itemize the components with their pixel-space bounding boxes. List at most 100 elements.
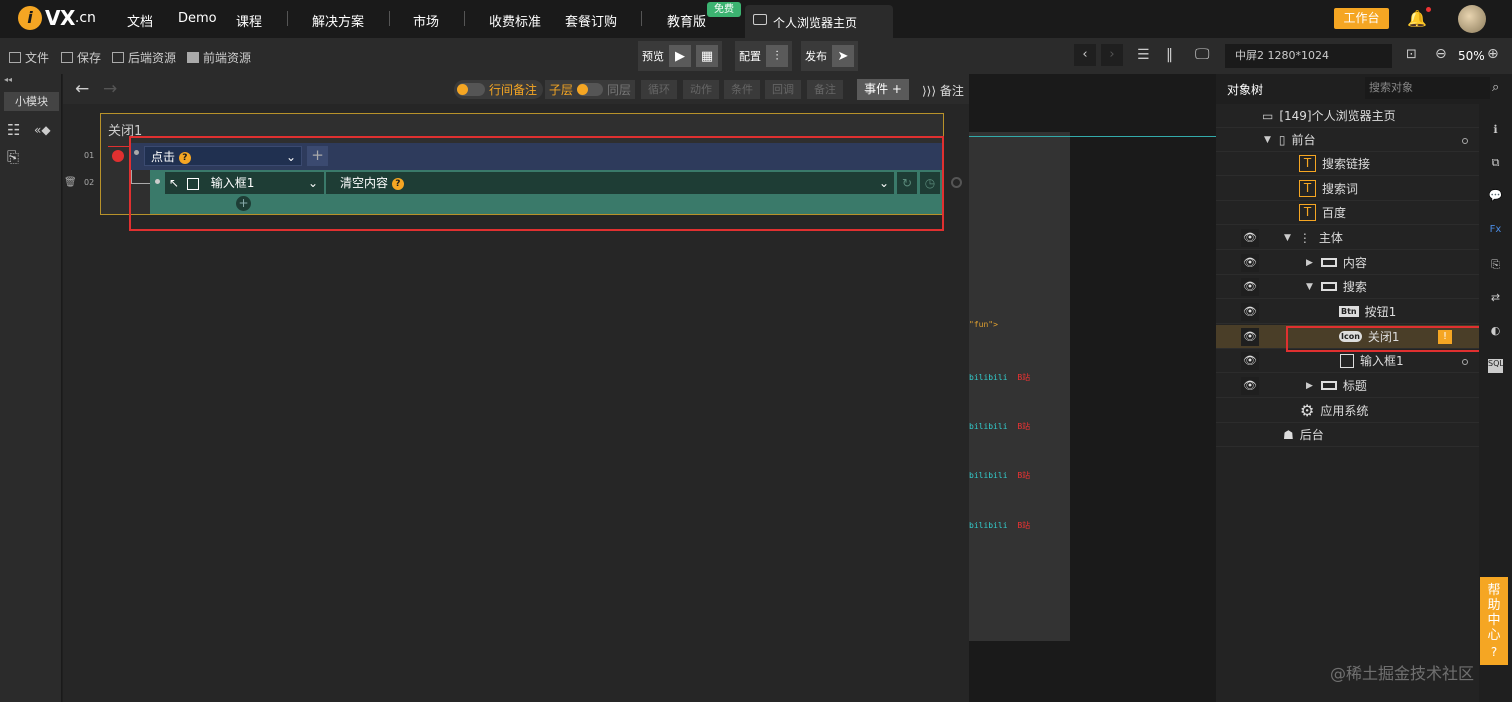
workbench-button[interactable]: 工作台 <box>1334 8 1389 29</box>
document-tab-label: 个人浏览器主页 <box>773 16 858 30</box>
notes-toggle[interactable]: ⟩⟩⟩ 备注 <box>922 82 964 99</box>
send-icon: ➤ <box>832 45 854 67</box>
function-icon[interactable]: Fx <box>1488 224 1503 238</box>
tree-front[interactable]: ▼ ▯ 前台 <box>1216 128 1479 152</box>
visibility-dot[interactable] <box>1462 138 1468 144</box>
server-icon: ☗ <box>1283 427 1294 442</box>
screen-size-select[interactable]: 中屏2 1280*1024 <box>1225 44 1392 68</box>
collapse-arrow-icon: ▶ <box>1306 257 1313 268</box>
eye-icon[interactable]: 👁 <box>1241 229 1259 247</box>
nav-demo[interactable]: Demo <box>178 11 217 26</box>
swap-icon[interactable]: ⇄ <box>1488 291 1503 305</box>
nav-solutions[interactable]: 解决方案 <box>312 11 364 30</box>
action-button[interactable]: 动作 <box>683 80 719 99</box>
code-diamond-icon[interactable]: «◆ <box>34 123 51 137</box>
frontend-resources-button[interactable]: 前端资源 <box>187 49 251 66</box>
collapse-arrow-icon: ▶ <box>1306 380 1313 391</box>
nav-pricing[interactable]: 收费标准 <box>489 11 541 30</box>
eye-icon[interactable]: 👁 <box>1241 303 1259 321</box>
button-icon: Btn <box>1339 306 1359 317</box>
nav-courses[interactable]: 课程 <box>236 11 262 30</box>
help-center-button[interactable]: 帮助中心? <box>1480 577 1508 665</box>
backend-resources-button[interactable]: 后端资源 <box>112 49 176 66</box>
distribute-icon[interactable]: ‖ <box>1166 47 1173 63</box>
tree-root[interactable]: ▭ [149]个人浏览器主页 <box>1216 104 1479 128</box>
nav-plans[interactable]: 套餐订购 <box>565 11 617 30</box>
undo-icon[interactable]: ‹ <box>1074 44 1096 66</box>
expand-icon: ▼ <box>1264 134 1271 145</box>
config-button[interactable]: 配置 ⫶ <box>735 41 792 71</box>
layer-toggle[interactable]: 子层 同层 <box>545 80 636 99</box>
remove-event-icon[interactable] <box>112 150 124 162</box>
eye-icon[interactable]: 👁 <box>1241 254 1259 272</box>
loop-button[interactable]: 循环 <box>641 80 677 99</box>
nav-divider <box>641 11 642 26</box>
note-dim-button[interactable]: 备注 <box>807 80 843 99</box>
eye-icon[interactable]: 👁 <box>1241 352 1259 370</box>
copy-icon[interactable]: ⎘ <box>1488 258 1503 272</box>
tree-label: 标题 <box>1342 379 1367 393</box>
condition-button[interactable]: 条件 <box>724 80 760 99</box>
redo-icon[interactable]: › <box>1101 44 1123 66</box>
preview-line: bilibili B站 <box>969 467 1030 481</box>
tree-search-word[interactable]: T 搜索词 <box>1216 177 1479 201</box>
file-menu[interactable]: 文件 <box>9 49 49 66</box>
back-arrow-icon[interactable]: ← <box>75 79 89 99</box>
text-icon: T <box>1299 204 1316 221</box>
free-badge: 免费 <box>707 2 741 17</box>
avatar[interactable] <box>1458 5 1486 33</box>
callback-button[interactable]: 回调 <box>765 80 801 99</box>
monitor-icon[interactable]: 🖵 <box>1195 45 1209 63</box>
expand-icon: ▼ <box>1284 232 1291 243</box>
grid-filled-icon <box>187 52 199 63</box>
child-layer-label: 子层 <box>549 83 574 97</box>
tree-app-system[interactable]: ⚙ 应用系统 <box>1216 399 1479 423</box>
logo[interactable]: i VX .cn <box>18 6 96 30</box>
fit-screen-icon[interactable]: ⊡ <box>1406 47 1417 62</box>
object-tree-title[interactable]: 对象树 <box>1227 81 1263 98</box>
tree-label: 输入框1 <box>1360 354 1404 368</box>
sql-icon[interactable]: SQL <box>1488 359 1504 373</box>
preview-text: bilibili <box>969 373 1008 382</box>
forward-arrow-icon[interactable]: → <box>103 79 117 99</box>
eye-icon[interactable]: 👁 <box>1241 377 1259 395</box>
settings-sliders-icon[interactable]: ☷ <box>7 121 20 139</box>
visibility-dot[interactable] <box>1462 359 1468 365</box>
tree-label: 百度 <box>1322 206 1347 220</box>
tree-baidu[interactable]: T 百度 <box>1216 201 1479 225</box>
bell-icon[interactable]: 🔔 <box>1407 9 1427 28</box>
trash-icon[interactable]: 🗑 <box>64 177 77 188</box>
eye-icon[interactable]: 👁 <box>1241 328 1259 346</box>
preview-text: bilibili <box>969 471 1008 480</box>
preview-line: bilibili B站 <box>969 517 1030 531</box>
document-tab[interactable]: 个人浏览器主页 <box>745 5 893 38</box>
info-icon[interactable]: ℹ <box>1488 123 1503 137</box>
share-icon[interactable]: ◐ <box>1488 324 1503 338</box>
event-chat-icon[interactable]: 💬 <box>1488 189 1503 203</box>
nav-docs[interactable]: 文档 <box>127 11 153 30</box>
search-page-icon[interactable]: ⎘ <box>7 148 19 166</box>
nav-education[interactable]: 教育版 <box>667 11 706 30</box>
save-label: 保存 <box>77 51 102 65</box>
add-event-button[interactable]: 事件 + <box>857 79 909 100</box>
save-button[interactable]: 保存 <box>61 49 101 66</box>
zoom-level: 50% <box>1458 49 1485 63</box>
inline-note-toggle[interactable]: 行间备注 <box>454 80 544 99</box>
search-icon[interactable]: ⌕ <box>1492 80 1499 95</box>
zoom-out-icon[interactable]: ⊖ <box>1435 46 1447 62</box>
collapse-icon[interactable]: ◂◂ <box>4 75 12 84</box>
small-module-button[interactable]: 小模块 <box>4 92 59 111</box>
tree-backend[interactable]: ☗ 后台 <box>1216 423 1479 447</box>
publish-button[interactable]: 发布 ➤ <box>801 41 858 71</box>
tree-search-link[interactable]: T 搜索链接 <box>1216 152 1479 176</box>
zoom-in-icon[interactable]: ⊕ <box>1487 46 1499 62</box>
preview-button[interactable]: 预览 ▶ ▦ <box>638 41 722 71</box>
nav-market[interactable]: 市场 <box>413 11 439 30</box>
eye-icon[interactable]: 👁 <box>1241 278 1259 296</box>
align-icon[interactable]: ☰ <box>1137 47 1150 63</box>
backend-label: 后端资源 <box>128 51 177 65</box>
tree-label: 搜索链接 <box>1322 157 1371 171</box>
component-icon[interactable]: ⧉ <box>1488 156 1503 170</box>
object-search-input[interactable]: 搜索对象 <box>1365 77 1490 99</box>
tree-highlight-box <box>1286 326 1488 352</box>
